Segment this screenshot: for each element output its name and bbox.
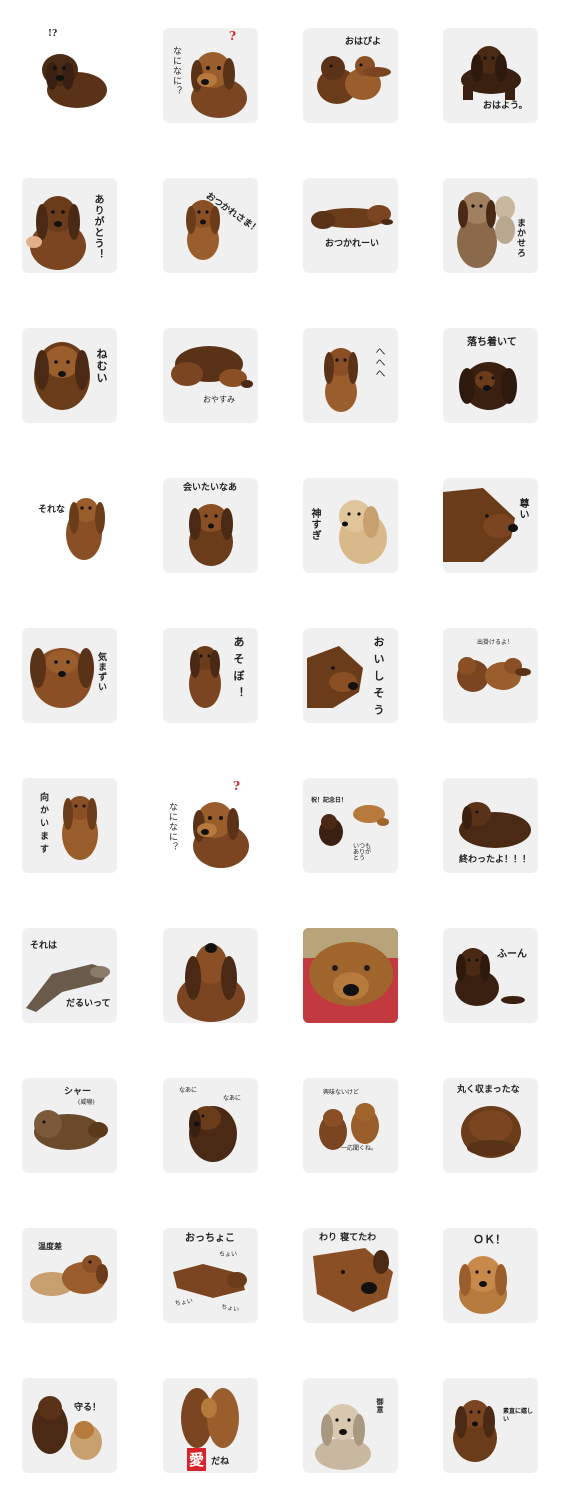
sticker-tile[interactable]: おつかれーい bbox=[303, 178, 398, 273]
dachshund-image bbox=[34, 342, 90, 410]
dachshund-image bbox=[189, 646, 221, 708]
sticker-tile[interactable]: 会いたいなあ bbox=[163, 478, 258, 573]
sticker-tile[interactable]: 向かいます bbox=[22, 778, 117, 873]
sticker-tile[interactable]: 温度差 bbox=[22, 1228, 117, 1323]
sticker-tile[interactable]: 愛 だね bbox=[163, 1378, 258, 1473]
sticker-tile[interactable]: シャー (威嚇) bbox=[22, 1078, 117, 1173]
sticker-grid: !? なになに？ ? おはぴよ おはよう。 ありがとう！ おつかれさま！ おつか… bbox=[0, 0, 562, 1500]
dachshund-image bbox=[173, 1264, 247, 1298]
dachshund-image bbox=[62, 796, 98, 860]
dachshund-image bbox=[319, 1103, 379, 1150]
sticker-tile[interactable]: !? bbox=[22, 28, 117, 123]
sticker-tile[interactable]: 尊い bbox=[443, 478, 538, 573]
sticker-tile[interactable]: それは だるいって bbox=[22, 928, 117, 1023]
dachshund-image bbox=[313, 1248, 393, 1312]
sticker-tile[interactable]: わり 寝てたわ bbox=[303, 1228, 398, 1323]
sticker-tile[interactable] bbox=[303, 928, 398, 1023]
dachshund-image bbox=[30, 648, 94, 708]
dachshund-image bbox=[42, 54, 107, 108]
dachshund-photo bbox=[303, 928, 398, 1023]
dachshund-image bbox=[311, 205, 393, 229]
dachshund-image bbox=[461, 46, 521, 100]
sticker-tile[interactable]: おっちょこ ちょい ちょい ちょい bbox=[163, 1228, 258, 1323]
dachshund-image bbox=[193, 802, 249, 868]
sticker-tile[interactable]: なあに なあに bbox=[163, 1078, 258, 1173]
sticker-tile[interactable]: ありがとう！ bbox=[22, 178, 117, 273]
sticker-tile[interactable]: なになに？ ? bbox=[163, 28, 258, 123]
sticker-tile[interactable]: おやすみ bbox=[163, 328, 258, 423]
dachshund-image bbox=[177, 943, 245, 1022]
sticker-tile[interactable]: 興味ないけど 一応聞くね。 bbox=[303, 1078, 398, 1173]
sticker-tile[interactable]: 気まずい bbox=[22, 628, 117, 723]
dachshund-image bbox=[455, 948, 525, 1006]
sticker-tile[interactable]: なになに？ ? bbox=[163, 778, 258, 873]
dachshund-image bbox=[339, 500, 387, 564]
dachshund-image bbox=[459, 1256, 507, 1314]
sticker-tile[interactable]: おはよう。 bbox=[443, 28, 538, 123]
sticker-tile[interactable]: 落ち着いて bbox=[443, 328, 538, 423]
sticker-tile[interactable]: おいしそう bbox=[303, 628, 398, 723]
sticker-tile[interactable] bbox=[163, 928, 258, 1023]
sticker-tile[interactable]: 祝！記念日！ いつもありがとう bbox=[303, 778, 398, 873]
dachshund-image bbox=[457, 657, 531, 692]
dachshund-image bbox=[324, 348, 358, 412]
dachshund-image bbox=[315, 1404, 371, 1470]
sticker-tile[interactable]: 出掛けるよ！ bbox=[443, 628, 538, 723]
dachshund-image bbox=[32, 1396, 102, 1460]
dachshund-image bbox=[30, 1255, 108, 1296]
dachshund-image bbox=[307, 646, 363, 708]
dachshund-image bbox=[457, 192, 515, 268]
sticker-tile[interactable]: おつかれさま！ bbox=[163, 178, 258, 273]
sticker-tile[interactable]: 御意 bbox=[303, 1378, 398, 1473]
dachshund-image bbox=[181, 1388, 239, 1448]
sticker-tile[interactable]: 丸く収まったな bbox=[443, 1078, 538, 1173]
dachshund-image bbox=[317, 56, 391, 104]
dachshund-image bbox=[26, 196, 86, 270]
dachshund-image bbox=[171, 346, 253, 388]
dachshund-image bbox=[189, 504, 233, 566]
sticker-tile[interactable]: ふーん bbox=[443, 928, 538, 1023]
dachshund-image bbox=[191, 52, 247, 118]
dachshund-image bbox=[459, 362, 517, 410]
dachshund-image bbox=[453, 1400, 497, 1462]
sticker-tile[interactable]: それな bbox=[22, 478, 117, 573]
sticker-tile[interactable]: ＯＫ！ bbox=[443, 1228, 538, 1323]
dachshund-image bbox=[461, 1106, 521, 1158]
sticker-tile[interactable]: へへへ bbox=[303, 328, 398, 423]
sticker-tile[interactable]: おはぴよ bbox=[303, 28, 398, 123]
dachshund-image bbox=[319, 805, 389, 846]
dachshund-image bbox=[26, 964, 110, 1012]
sticker-tile[interactable]: 神すぎ bbox=[303, 478, 398, 573]
dachshund-image bbox=[34, 1110, 108, 1150]
sticker-tile[interactable]: 素直に嬉しい bbox=[443, 1378, 538, 1473]
dachshund-image bbox=[66, 498, 105, 560]
sticker-tile[interactable]: あそぼ！ bbox=[163, 628, 258, 723]
dachshund-image bbox=[443, 488, 518, 562]
dachshund-image bbox=[186, 200, 220, 260]
sticker-tile[interactable]: 守る！ bbox=[22, 1378, 117, 1473]
sticker-tile[interactable]: まかせろ bbox=[443, 178, 538, 273]
sticker-tile[interactable]: 終わったよ！！！ bbox=[443, 778, 538, 873]
sticker-tile[interactable]: ねむい bbox=[22, 328, 117, 423]
dachshund-image bbox=[189, 1106, 237, 1162]
dachshund-image bbox=[459, 802, 531, 848]
